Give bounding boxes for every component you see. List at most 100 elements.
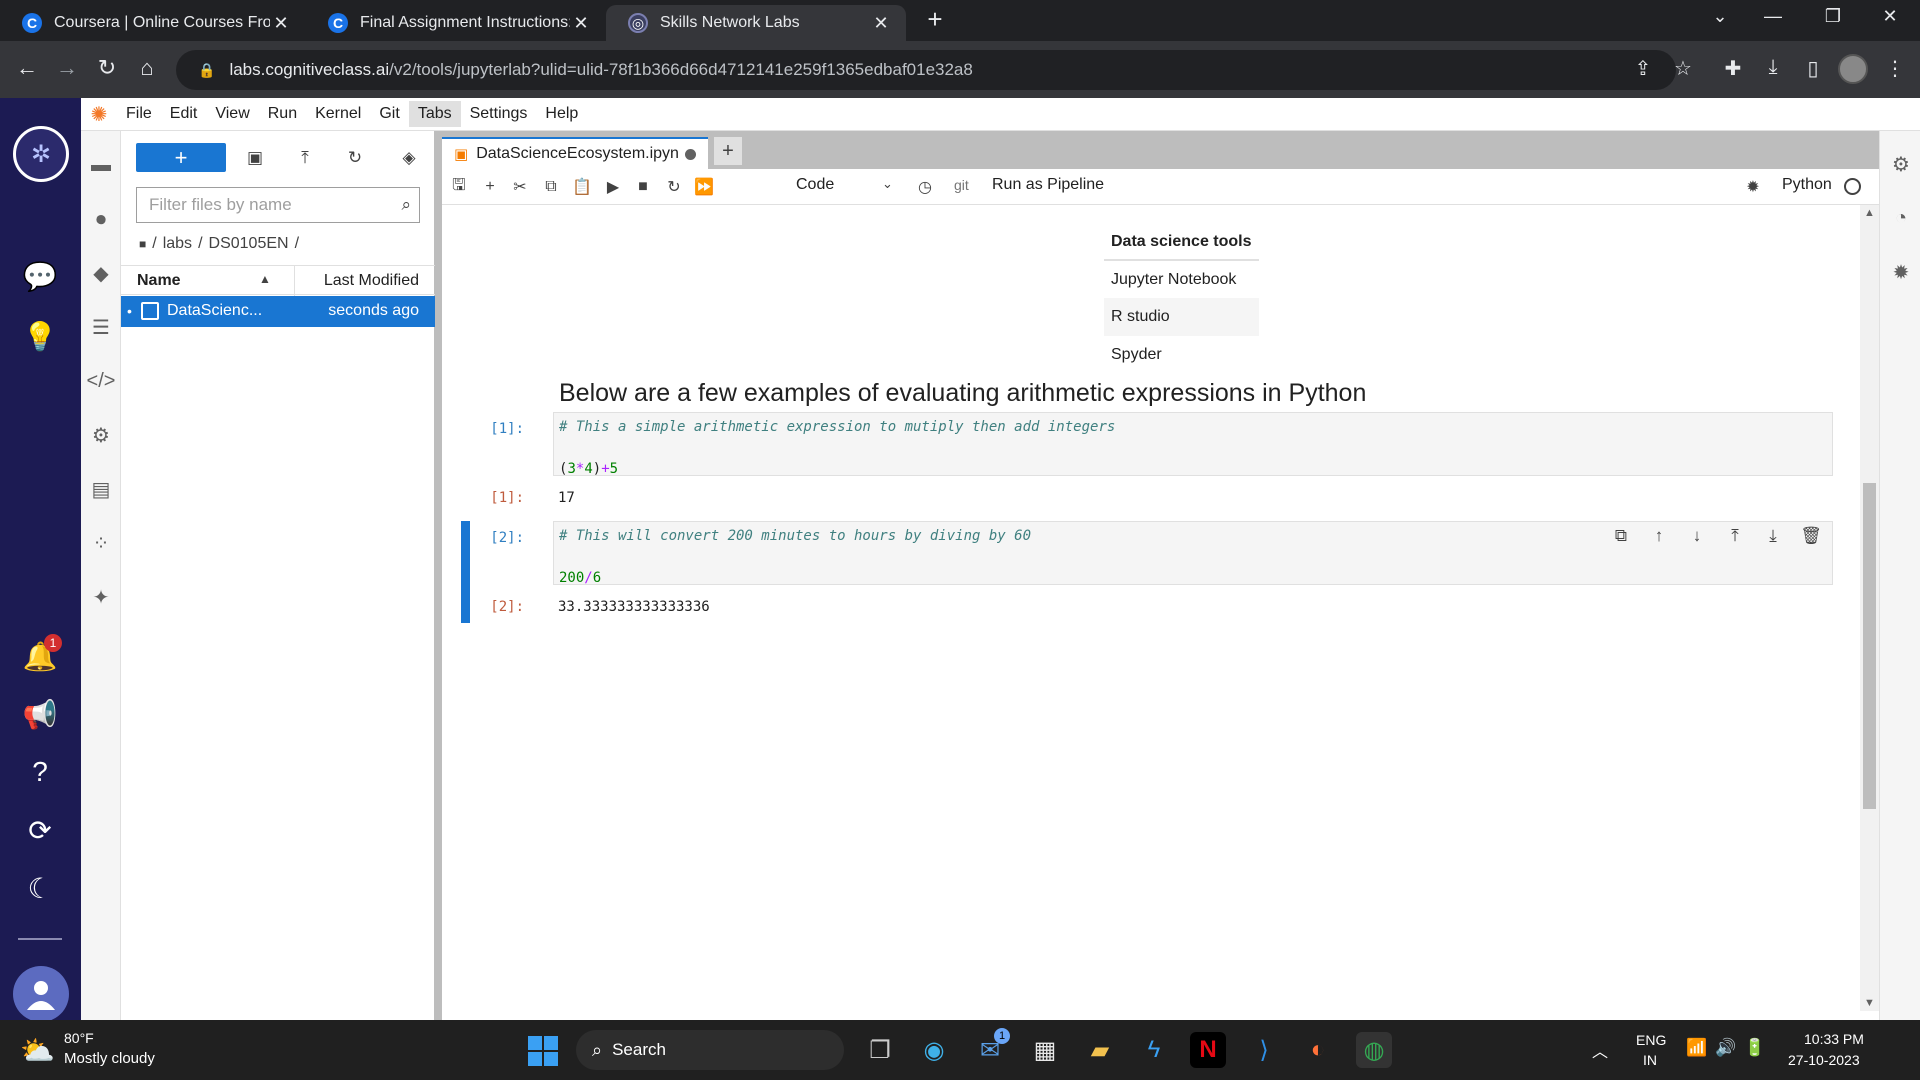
menu-settings[interactable]: Settings xyxy=(461,101,537,127)
menu-view[interactable]: View xyxy=(206,101,258,127)
menu-kernel[interactable]: Kernel xyxy=(306,101,370,127)
start-button[interactable] xyxy=(528,1036,558,1066)
weather-description[interactable]: Mostly cloudy xyxy=(64,1050,155,1067)
insert-above-icon[interactable]: ⤒ xyxy=(1724,525,1746,547)
language-indicator[interactable]: ENG xyxy=(1636,1032,1666,1048)
panel-splitter[interactable] xyxy=(435,131,442,1020)
weather-cloud-icon[interactable]: ⛅ xyxy=(20,1034,55,1067)
column-name[interactable]: Name xyxy=(137,272,181,290)
cell-type-select[interactable]: Code xyxy=(796,176,834,194)
breadcrumb-root[interactable]: / xyxy=(152,235,156,253)
new-folder-icon[interactable]: ▣ xyxy=(243,146,267,170)
code-snippets-icon[interactable]: </> xyxy=(87,367,116,395)
close-icon[interactable]: ✕ xyxy=(570,13,592,34)
vertical-scrollbar[interactable]: ▲ ▼ xyxy=(1860,205,1879,1011)
add-tab-button[interactable]: + xyxy=(714,137,742,165)
fast-forward-icon[interactable]: ⏩ xyxy=(693,176,715,198)
code-cell-input[interactable]: # This a simple arithmetic expression to… xyxy=(553,412,1833,477)
scroll-up-icon[interactable]: ▲ xyxy=(1864,207,1875,219)
close-window-button[interactable]: ✕ xyxy=(1860,6,1920,27)
move-up-icon[interactable]: ↑ xyxy=(1648,525,1670,547)
side-panel-icon[interactable]: ▯ xyxy=(1798,56,1828,81)
profile-avatar[interactable] xyxy=(1838,54,1868,84)
chevron-down-icon[interactable]: ⌄ xyxy=(882,176,893,192)
running-sessions-icon[interactable]: ⏺ xyxy=(87,206,115,234)
reload-icon[interactable]: ↻ xyxy=(92,55,122,81)
menu-edit[interactable]: Edit xyxy=(161,101,207,127)
filter-files-input[interactable] xyxy=(149,195,379,215)
chevron-up-icon[interactable]: ︿ xyxy=(1592,1038,1608,1062)
property-inspector-icon[interactable]: ⚙ xyxy=(1888,151,1914,177)
edge-icon[interactable]: ◉ xyxy=(916,1032,952,1068)
copy-icon[interactable]: ⧉ xyxy=(540,176,562,198)
extension-manager-icon[interactable]: ⁘ xyxy=(87,529,115,557)
save-icon[interactable]: 🖫 xyxy=(448,176,470,198)
puzzle-icon[interactable]: ✦ xyxy=(87,583,115,611)
url-field[interactable]: 🔒 labs.cognitiveclass.ai /v2/tools/jupyt… xyxy=(176,50,1676,90)
cut-icon[interactable]: ✂ xyxy=(509,176,531,198)
duplicate-cell-icon[interactable]: ⧉ xyxy=(1610,525,1632,547)
forward-arrow-icon[interactable]: → xyxy=(52,55,82,81)
restart-icon[interactable]: ↻ xyxy=(663,176,685,198)
download-icon[interactable]: ⤓ xyxy=(1758,56,1788,79)
browser-tab-coursera[interactable]: C Coursera | Online Courses From ✕ xyxy=(0,5,306,41)
browser-tab-final-assignment[interactable]: C Final Assignment Instructions: Cr ✕ xyxy=(306,5,606,41)
run-as-pipeline-button[interactable]: Run as Pipeline xyxy=(992,176,1104,194)
document-tab[interactable]: ▣ DataScienceEcosystem.ipyn xyxy=(442,137,708,169)
folder-icon[interactable]: ▬ xyxy=(87,151,115,179)
chrome-icon[interactable]: ◍ xyxy=(1356,1032,1392,1068)
share-icon[interactable]: ⇪ xyxy=(1628,56,1658,81)
menu-git[interactable]: Git xyxy=(370,101,408,127)
netflix-icon[interactable]: N xyxy=(1190,1032,1226,1068)
clock-time[interactable]: 10:33 PM xyxy=(1804,1031,1864,1047)
region-indicator[interactable]: IN xyxy=(1643,1052,1657,1068)
insert-cell-icon[interactable]: + xyxy=(479,176,501,198)
move-down-icon[interactable]: ↓ xyxy=(1686,525,1708,547)
clock-date[interactable]: 27-10-2023 xyxy=(1788,1052,1860,1068)
close-icon[interactable]: ✕ xyxy=(270,13,292,34)
back-arrow-icon[interactable]: ← xyxy=(12,55,42,81)
debugger-icon[interactable]: ✹ xyxy=(1888,259,1914,285)
file-row[interactable]: • DataScienc... seconds ago xyxy=(121,296,435,327)
vscode-icon[interactable]: ⟩ xyxy=(1246,1032,1282,1068)
kernel-name[interactable]: Python xyxy=(1782,176,1832,194)
output-collapser[interactable] xyxy=(461,589,470,623)
insert-below-icon[interactable]: ⤓ xyxy=(1762,525,1784,547)
megaphone-icon[interactable]: 📢 xyxy=(20,694,60,734)
restore-button[interactable]: ❐ xyxy=(1803,6,1863,27)
weather-temperature[interactable]: 80°F xyxy=(64,1030,94,1046)
menu-help[interactable]: Help xyxy=(536,101,587,127)
skills-network-logo-icon[interactable]: ✲ xyxy=(13,126,69,182)
stop-icon[interactable]: ■ xyxy=(632,176,654,198)
git-icon[interactable]: ◆ xyxy=(87,259,115,287)
minimize-button[interactable]: — xyxy=(1743,6,1803,27)
new-tab-button[interactable]: + xyxy=(905,4,965,35)
breadcrumb-ds0105en[interactable]: DS0105EN xyxy=(209,235,289,253)
store-icon[interactable]: ▦ xyxy=(1027,1032,1063,1068)
tray-wifi-volume-battery-icon[interactable]: 📶🔊🔋 xyxy=(1686,1038,1774,1058)
debugger-icon[interactable]: ✹ xyxy=(1742,176,1764,198)
power-automate-icon[interactable]: ϟ xyxy=(1136,1032,1172,1068)
paste-icon[interactable]: 📋 xyxy=(571,176,593,198)
scroll-down-icon[interactable]: ▼ xyxy=(1864,997,1875,1009)
column-last-modified[interactable]: Last Modified xyxy=(324,272,419,290)
new-launcher-button[interactable]: + xyxy=(136,143,226,172)
unsaved-indicator-icon[interactable] xyxy=(684,148,696,160)
clock-icon[interactable]: ◷ xyxy=(914,176,936,198)
file-explorer-icon[interactable]: ▰ xyxy=(1082,1032,1118,1068)
extensions-icon[interactable]: ✚ xyxy=(1718,56,1748,81)
git-clone-icon[interactable]: ◈ xyxy=(397,146,421,170)
run-icon[interactable]: ▶ xyxy=(602,176,624,198)
moon-icon[interactable]: ☾ xyxy=(20,868,60,908)
menu-run[interactable]: Run xyxy=(259,101,306,127)
taskbar-search[interactable]: ⌕ Search xyxy=(576,1030,844,1070)
browser-tab-skills-network[interactable]: ◎ Skills Network Labs ✕ xyxy=(606,5,906,41)
sync-icon[interactable]: ⟳ xyxy=(20,810,60,850)
upload-icon[interactable]: ⤒ xyxy=(293,146,317,170)
folder-icon[interactable]: ■ xyxy=(139,237,146,251)
delete-cell-icon[interactable]: 🗑 xyxy=(1800,525,1822,547)
gauge-icon[interactable]: ◔ xyxy=(1888,205,1914,231)
user-avatar-icon[interactable] xyxy=(13,966,69,1022)
column-resize-handle[interactable] xyxy=(294,266,295,296)
input-collapser[interactable] xyxy=(461,521,470,598)
